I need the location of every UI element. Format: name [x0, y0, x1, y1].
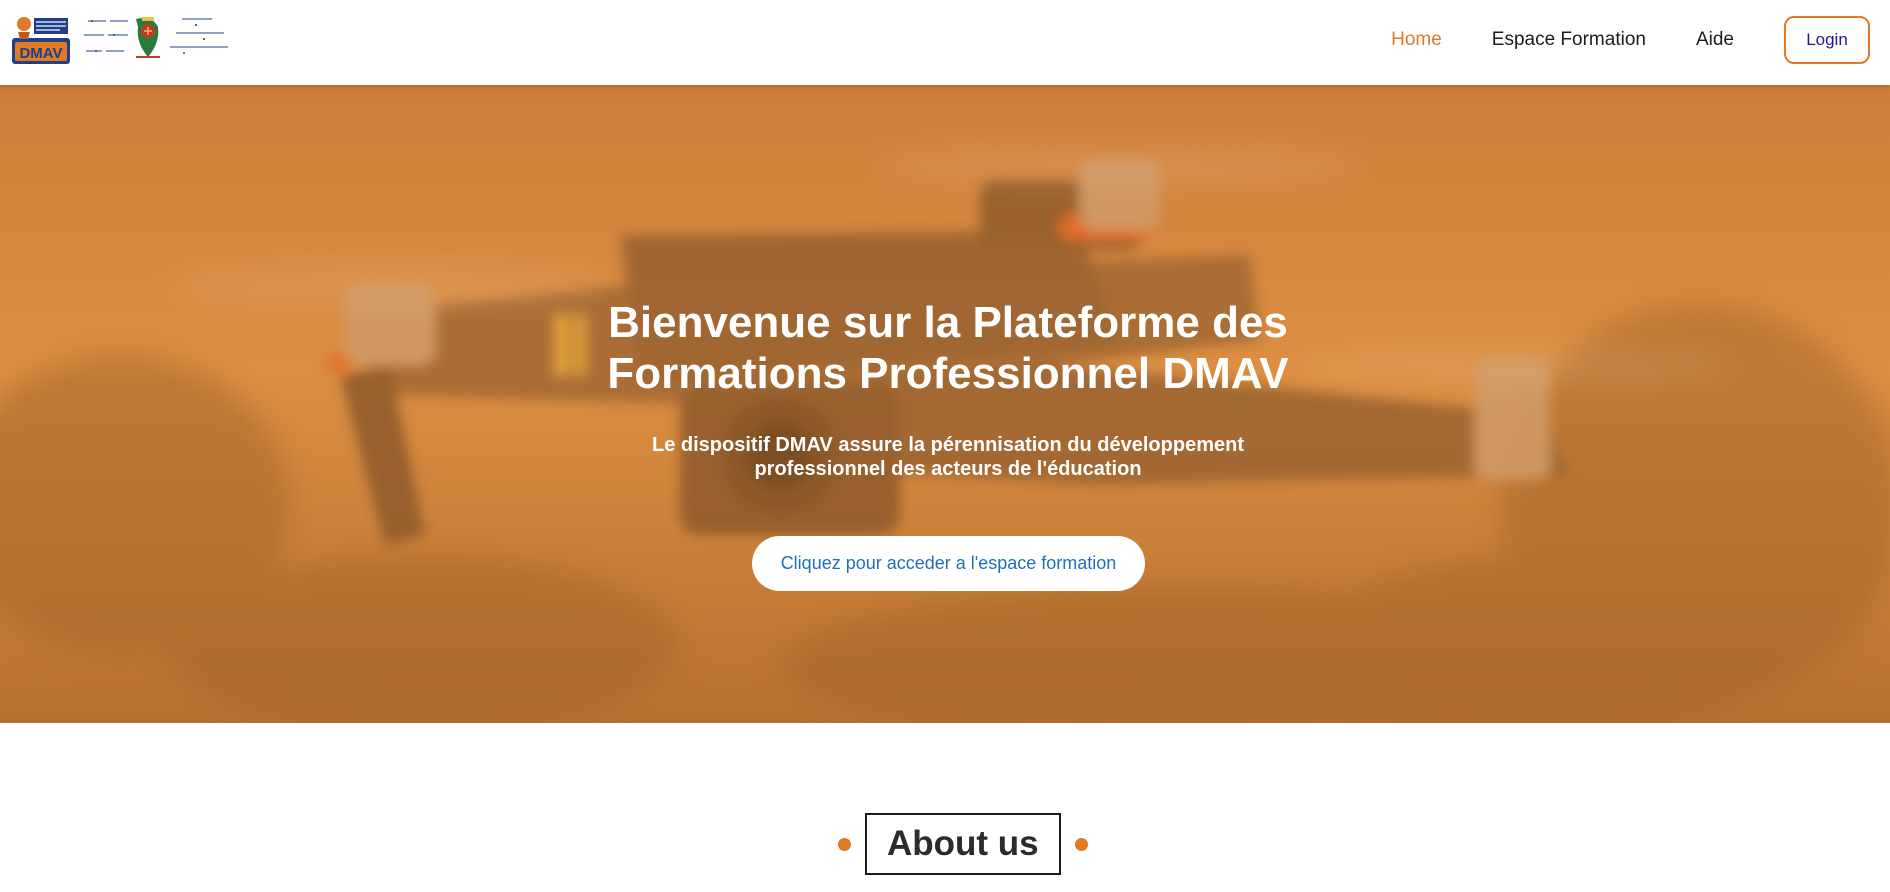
about-left-dot-icon — [838, 837, 851, 851]
hero-subtitle: Le dispositif DMAV assure la pérennisati… — [652, 434, 1244, 480]
nav-espace-formation[interactable]: Espace Formation — [1492, 17, 1646, 63]
dmav-logo-text: DMAV — [19, 45, 62, 62]
hero-section: Bienvenue sur la Plateforme des Formatio… — [0, 85, 1890, 723]
about-heading-group: About us — [838, 813, 1088, 875]
logo-area[interactable]: DMAV — [10, 12, 232, 66]
login-button[interactable]: Login — [1784, 16, 1870, 64]
main-nav: Home Espace Formation Aide Login — [1341, 16, 1870, 64]
ministry-logo — [84, 17, 228, 58]
about-right-dot-icon — [1074, 837, 1088, 851]
about-section: About us — [0, 723, 1890, 892]
dmav-logo[interactable]: DMAV — [10, 12, 72, 66]
coat-of-arms-icon — [136, 17, 160, 58]
site-header: DMAV Home Espace Formation Aide Login — [0, 0, 1890, 85]
nav-home[interactable]: Home — [1391, 17, 1442, 63]
nav-aide[interactable]: Aide — [1696, 17, 1734, 63]
hero-content: Bienvenue sur la Plateforme des Formatio… — [0, 85, 1890, 723]
hero-title: Bienvenue sur la Plateforme des Formatio… — [607, 298, 1289, 398]
about-heading: About us — [865, 813, 1061, 875]
espace-formation-cta-button[interactable]: Cliquez pour acceder a l'espace formatio… — [752, 536, 1145, 591]
